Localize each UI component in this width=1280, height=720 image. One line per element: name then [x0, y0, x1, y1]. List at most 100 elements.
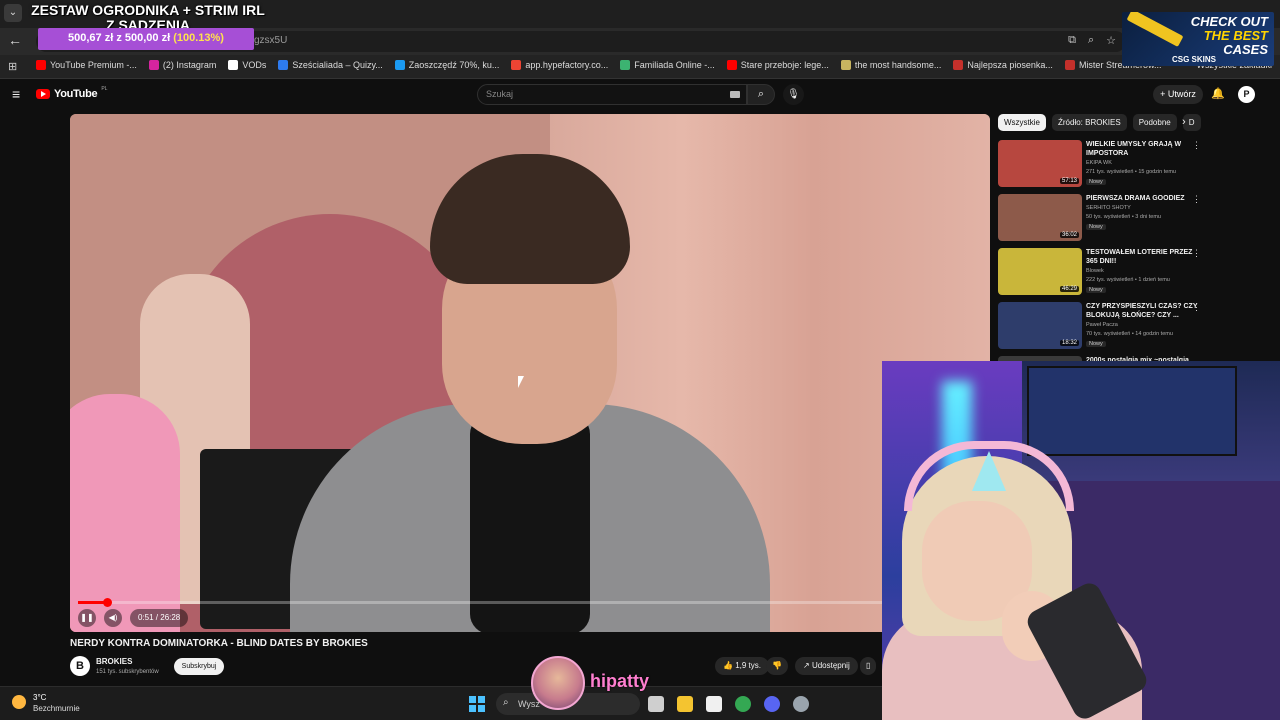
more-options-icon[interactable]: ⋮ — [1192, 194, 1201, 205]
like-count: 1,9 tys. — [735, 661, 761, 670]
channel-name[interactable]: BROKIES — [96, 657, 132, 666]
recommendation-channel[interactable]: EKIPA WK — [1086, 160, 1112, 166]
player-controls: ❚❚ ◀) 0:51 / 26:28 — [78, 609, 189, 627]
youtube-country-code: PL — [101, 86, 108, 92]
bookmark-label: app.hypefactory.co... — [525, 60, 609, 70]
chrome-icon[interactable] — [735, 696, 751, 712]
file-explorer-icon[interactable] — [677, 696, 693, 712]
bookmark-item[interactable]: Familiada Online -... — [620, 60, 715, 70]
share-button[interactable]: ↗ Udostępnij — [795, 657, 858, 675]
notifications-bell-icon[interactable]: 🔔 — [1211, 87, 1225, 100]
share-label: Udostępnij — [811, 661, 850, 670]
goal-separator: z — [116, 32, 122, 44]
back-arrow-icon[interactable]: ← — [8, 32, 24, 50]
youtube-logo[interactable]: YouTube PL — [36, 86, 108, 100]
recommendation-meta: 271 tys. wyświetleń • 15 godzin temu — [1086, 169, 1176, 175]
recommendation-title[interactable]: WIELKIE UMYSŁY GRAJĄ W IMPOSTORA — [1086, 140, 1198, 158]
cast-icon[interactable]: ⧉ — [1068, 34, 1076, 47]
more-options-icon[interactable]: ⋮ — [1192, 248, 1201, 259]
weather-moon-icon[interactable] — [12, 695, 26, 709]
more-options-icon[interactable]: ⋮ — [1192, 140, 1201, 151]
bookmark-item[interactable]: the most handsome... — [840, 60, 941, 70]
task-view-icon[interactable] — [648, 696, 664, 712]
video-player[interactable]: ❚❚ ◀) 0:51 / 26:28 ⚙ — [70, 114, 990, 632]
recommendation-thumbnail[interactable]: 57:13 — [998, 140, 1082, 187]
star-icon[interactable]: ☆ — [1106, 34, 1116, 47]
weather-description[interactable]: Bezchmurnie — [33, 704, 80, 713]
like-button[interactable]: 👍 1,9 tys. — [715, 657, 769, 675]
recommendation-item[interactable]: 18:32 CZY PRZYSPIESZYLI CZAS? CZY BLOKUJĄ… — [998, 302, 1208, 356]
bookmark-item[interactable]: Zaoszczędź 70%, ku... — [394, 60, 500, 70]
viewer-name: hipatty — [590, 671, 650, 691]
search-input[interactable]: Szukaj — [477, 84, 747, 105]
bookmark-label: Sześcialiada – Quizy... — [292, 60, 383, 70]
goal-current: 500,67 zł — [68, 32, 114, 44]
subscribe-button[interactable]: Subskrybuj — [174, 658, 224, 675]
discord-icon[interactable] — [764, 696, 780, 712]
recommendation-thumbnail[interactable]: 36:02 — [998, 194, 1082, 241]
steam-icon[interactable] — [793, 696, 809, 712]
recommendation-item[interactable]: 57:13 WIELKIE UMYSŁY GRAJĄ W IMPOSTORA EKI… — [998, 140, 1208, 194]
dislike-button[interactable]: 👎 — [766, 657, 788, 675]
bookmark-item[interactable]: (2) Instagram — [148, 60, 217, 70]
weather-temperature[interactable]: 3°C — [33, 693, 46, 702]
bookmark-item[interactable]: Najlepsza piosenka... — [953, 60, 1053, 70]
bookmark-icon: ▯ — [866, 661, 871, 670]
video-frame-pink-figure — [70, 394, 180, 632]
windows-start-icon[interactable] — [469, 696, 485, 712]
recommendation-thumbnail[interactable]: 46:29 — [998, 248, 1082, 295]
ad-line-1: CHECK OUT — [1190, 14, 1268, 29]
account-avatar[interactable]: P — [1238, 86, 1255, 103]
video-progress-bar[interactable] — [78, 598, 982, 607]
bookmark-item[interactable]: Stare przeboje: lege... — [726, 60, 829, 70]
bookmark-favicon-icon — [148, 60, 159, 70]
recommendation-title[interactable]: PIERWSZA DRAMA GOODIEZ — [1086, 194, 1198, 203]
bookmark-item[interactable]: app.hypefactory.co... — [511, 60, 608, 70]
filter-chip[interactable]: Źródło: BROKIES — [1052, 114, 1127, 131]
sponsor-ad-banner[interactable]: CHECK OUT THE BEST CASES CSG SKINS — [1122, 12, 1274, 66]
apps-grid-icon[interactable]: ⊞ — [8, 60, 17, 73]
bookmark-favicon-icon — [726, 60, 737, 70]
store-icon[interactable] — [706, 696, 722, 712]
bookmark-favicon-icon — [511, 60, 522, 70]
recommendation-channel[interactable]: SERHITO SHOTY — [1086, 205, 1131, 211]
bookmark-label: Zaoszczędź 70%, ku... — [408, 60, 500, 70]
keyboard-icon[interactable] — [730, 91, 740, 98]
more-options-icon[interactable]: ⋮ — [1192, 302, 1201, 313]
channel-avatar[interactable]: B — [70, 656, 90, 676]
create-button[interactable]: + Utwórz — [1153, 85, 1203, 104]
recommendation-item[interactable]: 36:02 PIERWSZA DRAMA GOODIEZ SERHITO SHOTY… — [998, 194, 1208, 248]
filter-chip[interactable]: Podobne — [1132, 114, 1177, 131]
bookmark-item[interactable]: Sześcialiada – Quizy... — [278, 60, 383, 70]
windows-taskbar: 3°C Bezchmurnie ⌕ Wysz — [0, 686, 882, 720]
tab-search-icon[interactable]: ⌄ — [4, 4, 22, 22]
pause-icon[interactable]: ❚❚ — [78, 609, 96, 627]
new-badge: Nowy — [1086, 341, 1106, 347]
duration-badge: 57:13 — [1059, 178, 1079, 184]
hamburger-menu-icon[interactable]: ≡ — [12, 86, 20, 102]
recommendation-channel[interactable]: Blowek — [1086, 268, 1104, 274]
bookmark-favicon-icon — [394, 60, 405, 70]
bookmark-favicon-icon — [1064, 60, 1075, 70]
bookmark-item[interactable]: VODs — [228, 60, 266, 70]
video-progress-knob[interactable] — [102, 598, 112, 607]
recommendation-channel[interactable]: Paweł Pacza — [1086, 322, 1118, 328]
bookmark-label: (2) Instagram — [162, 60, 217, 70]
volume-icon[interactable]: ◀) — [104, 609, 122, 627]
search-button[interactable]: ⌕ — [747, 84, 775, 105]
microphone-icon[interactable]: 🎙 — [783, 84, 804, 105]
bookmark-favicon-icon — [228, 60, 239, 70]
save-button[interactable]: ▯ — [860, 657, 877, 675]
bookmark-item[interactable]: YouTube Premium -... — [36, 60, 137, 70]
recommendation-item[interactable]: 46:29 TESTOWAŁEM LOTERIE PRZEZ 365 DNI!! B… — [998, 248, 1208, 302]
chevron-right-icon[interactable]: › — [1182, 116, 1186, 128]
recommendation-thumbnail[interactable]: 18:32 — [998, 302, 1082, 349]
zoom-icon[interactable]: ⌕ — [1088, 34, 1094, 47]
ad-headline: CHECK OUT THE BEST CASES — [1191, 15, 1268, 57]
recommendation-title[interactable]: TESTOWAŁEM LOTERIE PRZEZ 365 DNI!! — [1086, 248, 1198, 266]
filter-chip[interactable]: Wszystkie — [998, 114, 1046, 131]
duration-badge: 18:32 — [1059, 340, 1079, 346]
recommendation-title[interactable]: CZY PRZYSPIESZYLI CZAS? CZY BLOKUJĄ SŁOŃ… — [1086, 302, 1198, 320]
donation-goal-bar: 500,67 zł z 500,00 zł (100.13%) — [38, 28, 254, 50]
time-display: 0:51 / 26:28 — [130, 609, 189, 627]
